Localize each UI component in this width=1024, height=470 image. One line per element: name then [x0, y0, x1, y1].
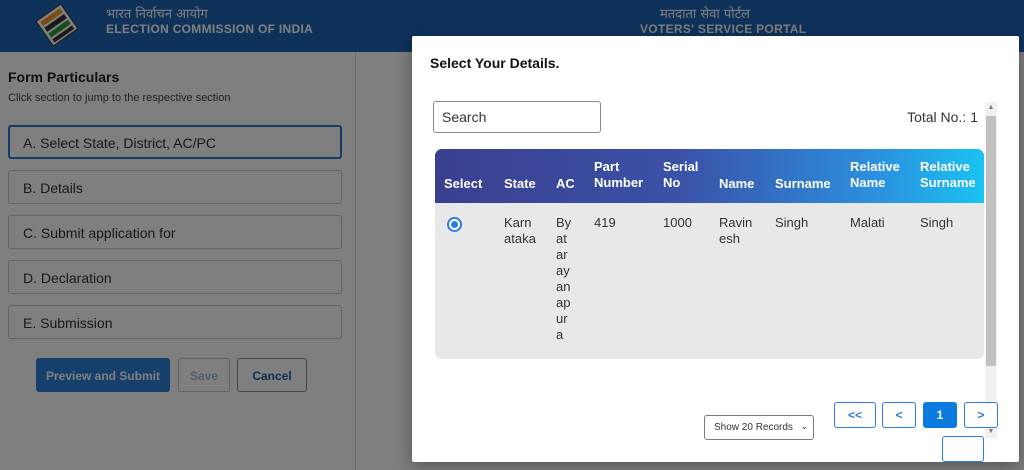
prev-page-button[interactable]: <: [882, 402, 916, 428]
page-1-button[interactable]: 1: [923, 402, 957, 428]
cell-part-number: 419: [594, 215, 616, 230]
dialog-title: Select Your Details.: [430, 55, 560, 71]
column-header-select: Select: [444, 176, 483, 191]
table-header: Select State AC Part Number Serial No Na…: [435, 149, 984, 203]
total-label: Total No.:: [907, 109, 967, 125]
last-page-button[interactable]: [942, 436, 984, 462]
column-header-name: Name: [719, 176, 755, 191]
cell-relative-name: Malati: [850, 215, 885, 230]
total-value: 1: [970, 109, 978, 125]
column-header-relative-surname: Relative Surname: [920, 159, 976, 190]
cell-surname: Singh: [775, 215, 809, 230]
next-page-button[interactable]: >: [964, 402, 998, 428]
column-header-serial-no: Serial No: [663, 159, 699, 190]
total-count: Total No.: 1: [903, 109, 978, 125]
column-header-relative-name: Relative Name: [850, 159, 900, 190]
first-page-button[interactable]: <<: [834, 402, 876, 428]
cell-state: Karnataka: [504, 215, 536, 246]
chevron-down-icon: ⌄: [800, 421, 808, 431]
cell-relative-surname: Singh: [920, 215, 954, 230]
results-table: Select State AC Part Number Serial No Na…: [435, 149, 984, 359]
cell-name: Ravinesh: [719, 215, 753, 246]
row-select-radio[interactable]: [447, 217, 462, 232]
column-header-part-number: Part Number: [594, 159, 644, 190]
records-per-page-select[interactable]: Show 20 Records ⌄: [704, 415, 814, 440]
select-details-dialog: Select Your Details. Total No.:1 Select …: [412, 36, 1019, 462]
records-per-page-value: Show 20 Records: [714, 422, 793, 433]
cell-ac: Byatarayanapura: [556, 215, 572, 342]
table-row[interactable]: Karnataka Byatarayanapura 419 1000 Ravin…: [435, 203, 984, 359]
column-header-ac: AC: [556, 176, 575, 191]
dialog-scrollbar[interactable]: ▲ ▼: [985, 102, 997, 438]
search-input[interactable]: [433, 101, 601, 133]
column-header-state: State: [504, 176, 536, 191]
scroll-thumb[interactable]: [986, 116, 996, 366]
column-header-surname: Surname: [775, 176, 831, 191]
cell-serial-no: 1000: [663, 215, 692, 230]
scroll-up-arrow-icon[interactable]: ▲: [985, 102, 997, 114]
